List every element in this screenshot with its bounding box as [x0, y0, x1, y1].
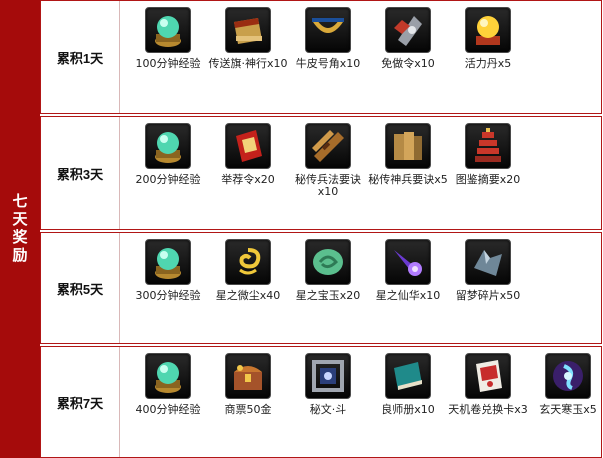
- jade-orb-icon: [145, 7, 191, 53]
- day-label: 累积5天: [56, 281, 104, 297]
- reward-row-day5: 累积5天 300分钟经验 星之微尘x40 星之宝玉x20 星之仙华x10 留梦碎…: [40, 232, 602, 344]
- exchange-card-icon: [465, 353, 511, 399]
- reward-row-day7: 累积7天 400分钟经验 商票50金 秘文·斗 良师册x10 天机卷兑换卡x3 …: [40, 346, 602, 458]
- reward-item[interactable]: 良师册x10: [368, 353, 448, 416]
- jade-orb-icon: [145, 239, 191, 285]
- reward-rows: 累积1天 100分钟经验 传送旗·神行x10 牛皮号角x10 免做令x10 活力…: [40, 0, 603, 458]
- book-scroll-icon: [385, 123, 431, 169]
- item-label: 图鉴摘要x20: [455, 173, 521, 186]
- item-label: 良师册x10: [381, 403, 435, 416]
- item-label: 100分钟经验: [135, 57, 201, 70]
- item-label: 400分钟经验: [135, 403, 201, 416]
- reward-item[interactable]: 免做令x10: [368, 7, 448, 70]
- reward-item[interactable]: 300分钟经验: [128, 239, 208, 302]
- item-label: 秘文·斗: [309, 403, 347, 416]
- crystal-shard-icon: [465, 239, 511, 285]
- scroll-bundle-icon: [305, 123, 351, 169]
- reward-item[interactable]: 秘传神兵要诀x5: [368, 123, 448, 186]
- reward-row-day3: 累积3天 200分钟经验 举荐令x20 秘传兵法要诀x10 秘传神兵要诀x5 图…: [40, 116, 602, 230]
- day-label-cell: 累积5天: [41, 233, 120, 343]
- rune-frame-icon: [305, 353, 351, 399]
- item-label: 免做令x10: [381, 57, 435, 70]
- ice-jade-icon: [545, 353, 591, 399]
- item-label: 星之微尘x40: [215, 289, 281, 302]
- reward-item[interactable]: 活力丹x5: [448, 7, 528, 70]
- reward-item[interactable]: 留梦碎片x50: [448, 239, 528, 302]
- reward-item[interactable]: 星之宝玉x20: [288, 239, 368, 302]
- reward-item[interactable]: 星之仙华x10: [368, 239, 448, 302]
- reward-item[interactable]: 传送旗·神行x10: [208, 7, 288, 70]
- item-label: 200分钟经验: [135, 173, 201, 186]
- reward-item[interactable]: 400分钟经验: [128, 353, 208, 416]
- item-label: 留梦碎片x50: [455, 289, 521, 302]
- reward-item[interactable]: 星之微尘x40: [208, 239, 288, 302]
- reward-item[interactable]: 牛皮号角x10: [288, 7, 368, 70]
- reward-item[interactable]: 图鉴摘要x20: [448, 123, 528, 186]
- jade-orb-icon: [145, 353, 191, 399]
- item-label: 举荐令x20: [221, 173, 275, 186]
- item-label: 星之仙华x10: [375, 289, 441, 302]
- item-label: 活力丹x5: [464, 57, 512, 70]
- green-jade-icon: [305, 239, 351, 285]
- day-label: 累积3天: [56, 166, 104, 182]
- purple-comet-icon: [385, 239, 431, 285]
- red-decree-icon: [225, 123, 271, 169]
- side-title: 七天奖励: [10, 193, 29, 265]
- jade-orb-icon: [145, 123, 191, 169]
- reward-item[interactable]: 举荐令x20: [208, 123, 288, 186]
- reward-item[interactable]: 天机卷兑换卡x3: [448, 353, 528, 416]
- pagoda-icon: [465, 123, 511, 169]
- reward-item[interactable]: 玄天寒玉x5: [528, 353, 603, 416]
- token-plate-icon: [385, 7, 431, 53]
- horn-icon: [305, 7, 351, 53]
- reward-row-day1: 累积1天 100分钟经验 传送旗·神行x10 牛皮号角x10 免做令x10 活力…: [40, 0, 602, 114]
- item-label: 秘传兵法要诀x10: [295, 173, 361, 198]
- reward-item[interactable]: 秘传兵法要诀x10: [288, 123, 368, 198]
- item-label: 天机卷兑换卡x3: [448, 403, 528, 416]
- reward-item[interactable]: 200分钟经验: [128, 123, 208, 186]
- side-banner: 七天奖励: [0, 0, 40, 458]
- day-label-cell: 累积3天: [41, 117, 120, 229]
- item-label: 玄天寒玉x5: [539, 403, 597, 416]
- day-label-cell: 累积7天: [41, 347, 120, 457]
- day-label: 累积1天: [56, 50, 104, 66]
- treasure-chest-icon: [225, 353, 271, 399]
- item-label: 星之宝玉x20: [295, 289, 361, 302]
- reward-item[interactable]: 100分钟经验: [128, 7, 208, 70]
- banner-scroll-icon: [225, 7, 271, 53]
- reward-item[interactable]: 秘文·斗: [288, 353, 368, 416]
- golden-pill-icon: [465, 7, 511, 53]
- gold-swirl-icon: [225, 239, 271, 285]
- reward-item[interactable]: 商票50金: [208, 353, 288, 416]
- day-label: 累积7天: [56, 395, 104, 411]
- item-label: 传送旗·神行x10: [208, 57, 288, 70]
- teal-book-icon: [385, 353, 431, 399]
- item-label: 商票50金: [224, 403, 272, 416]
- item-label: 300分钟经验: [135, 289, 201, 302]
- item-label: 秘传神兵要诀x5: [368, 173, 448, 186]
- day-label-cell: 累积1天: [41, 1, 120, 113]
- item-label: 牛皮号角x10: [295, 57, 361, 70]
